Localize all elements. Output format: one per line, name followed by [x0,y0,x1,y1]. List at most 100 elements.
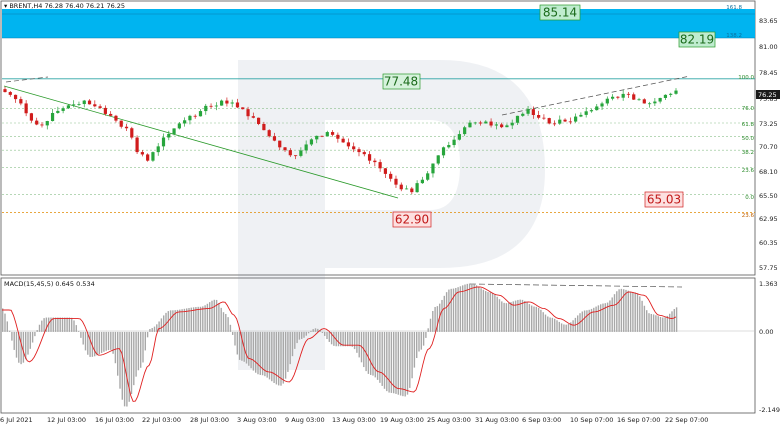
macd-bar [206,303,209,332]
candle [19,99,23,104]
candle [214,105,218,107]
candle [568,121,572,123]
macd-bar [560,323,563,332]
macd-bar [356,331,358,353]
macd-bar [471,283,473,332]
macd-bar [57,317,59,332]
macd-bar [381,331,383,386]
candle [235,102,240,108]
callout-62-90: 62.90 [392,211,432,228]
macd-bar [641,300,643,332]
candle [399,184,403,190]
candle [642,99,646,104]
macd-bar [443,295,445,332]
macd-bar [491,292,494,332]
time-tick: 22 Sep 07:00 [665,416,708,424]
macd-bar [264,331,266,377]
macd-bar [358,331,360,358]
candle [452,139,456,146]
candle [230,102,234,104]
candle [669,93,673,95]
candle [13,94,18,100]
macd-bar [478,286,480,332]
macd-bar [27,331,29,355]
macd-bar [114,331,117,364]
macd-bar [441,299,443,332]
macd-bar [425,331,427,338]
macd-bar [503,302,505,332]
candle [82,100,86,105]
macd-bar [422,331,425,346]
macd-bar [158,321,160,332]
macd-bar [395,331,397,394]
candle [220,100,224,106]
candle [114,115,118,121]
callout-65-03: 65.03 [644,191,684,208]
svg-text:62.90: 62.90 [395,213,429,227]
macd-bar [632,292,634,332]
macd-bar [535,306,537,332]
macd-tick: 0.00 [759,328,773,336]
macd-bar [130,331,133,395]
macd-bar [137,331,140,371]
macd-bar [450,288,452,332]
macd-bar [34,331,36,337]
macd-bar [586,310,588,332]
macd-bar [294,331,296,349]
candle [357,149,361,153]
macd-bar [225,313,227,332]
macd-bar [307,331,310,334]
macd-bar [199,306,202,332]
macd-bar [82,331,84,345]
candle [8,92,12,95]
macd-bar [324,331,326,336]
candle [304,144,308,151]
macd-bar [452,288,455,332]
macd-bar [312,329,314,332]
macd-bar [646,310,648,332]
macd-bar [351,331,353,347]
macd-bar [673,309,675,332]
macd-bar [98,331,100,355]
macd-bar [163,315,165,332]
candle [595,106,599,111]
candle [674,90,678,94]
macd-bar [459,286,462,332]
fib-label-61-8: 61.8 [742,122,755,128]
macd-bar [169,310,172,332]
macd-bar [498,299,501,332]
time-tick: 22 Jul 03:00 [142,416,181,424]
macd-bar [482,289,485,332]
macd-bar [496,296,498,332]
macd-bar [494,294,496,332]
candle [29,113,34,121]
macd-bar [151,328,153,332]
time-tick: 19 Aug 03:00 [380,416,424,424]
macd-bar [418,331,420,352]
macd-bar [222,312,225,332]
macd-bar [119,331,121,389]
macd-bar [96,331,98,356]
macd-bar [211,300,213,332]
candle [77,104,81,105]
macd-bar [117,331,119,376]
macd-bar [71,317,73,332]
macd-bar [4,313,6,332]
fib-label-23-6-ext: 23.6 [742,213,755,219]
macd-bar [121,331,123,400]
candle [151,152,155,161]
macd-bar [89,331,91,357]
macd-bar [501,301,503,332]
price-tick: 78.45 [759,69,778,77]
macd-bar [480,288,482,332]
macd-bar [13,331,15,350]
macd-bar [146,331,149,338]
macd-bar [326,331,328,340]
candle [494,124,498,126]
candle [367,154,372,161]
candle [262,123,266,131]
macd-bar [192,307,195,332]
candle [621,93,625,98]
macd-bar [126,331,128,407]
macd-bar [558,321,560,332]
